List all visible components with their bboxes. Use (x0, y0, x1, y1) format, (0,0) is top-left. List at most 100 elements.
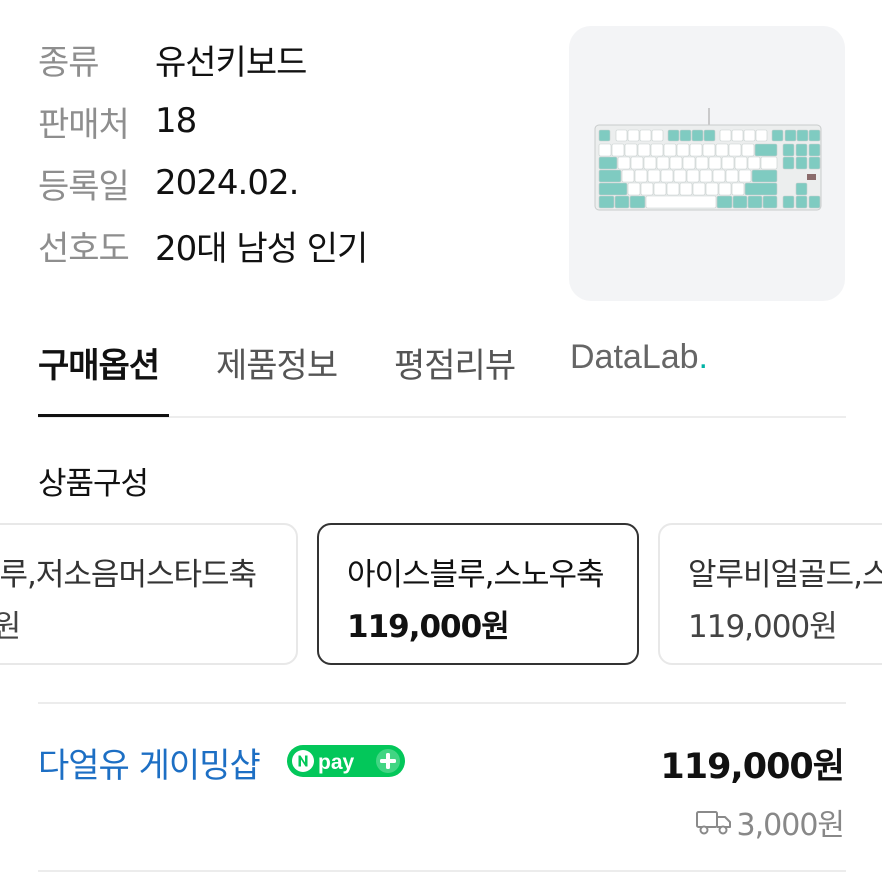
tab-product-info[interactable]: 제품정보 (216, 338, 338, 387)
keycap (660, 169, 674, 183)
spec-key: 종류 (38, 42, 100, 83)
spec-value: 18 (155, 101, 197, 141)
tab-datalab[interactable]: DataLab. (570, 338, 708, 377)
keycap (808, 129, 821, 142)
keycap (669, 156, 683, 170)
keycap (598, 169, 622, 183)
spec-row-type: 종류 유선키보드 (38, 28, 538, 90)
keycap (716, 195, 733, 209)
product-thumbnail[interactable] (569, 26, 845, 301)
keycap (667, 129, 680, 142)
spec-value: 2024.02. (155, 163, 299, 203)
divider (38, 702, 846, 704)
keycap (686, 169, 700, 183)
spec-key: 선호도 (38, 228, 130, 269)
keycap (732, 195, 748, 209)
keycap (751, 169, 778, 183)
keycap (762, 195, 778, 209)
option-card[interactable]: 블루,저소음머스타드축 0원 (0, 523, 298, 665)
spec-row-sellers: 판매처 18 (38, 90, 538, 152)
datalab-label: DataLab (570, 338, 699, 376)
keycap (598, 182, 628, 196)
shipping-fee: 3,000원 (695, 800, 845, 844)
keycap (808, 156, 821, 170)
keycap (651, 129, 664, 142)
divider (38, 870, 846, 872)
keycap (702, 143, 716, 157)
keycap (795, 195, 808, 209)
keycap (611, 143, 625, 157)
keycap (782, 156, 795, 170)
keycap (795, 143, 808, 157)
keycap (795, 156, 808, 170)
keycap (725, 169, 739, 183)
keycap (734, 156, 748, 170)
keycap (639, 129, 652, 142)
tab-reviews[interactable]: 평점리뷰 (394, 338, 516, 387)
option-card[interactable]: 알루비얼골드,스 119,000원 (658, 523, 882, 665)
keycap (744, 182, 778, 196)
keycap (708, 156, 722, 170)
keycap (755, 129, 768, 142)
keycap (673, 169, 687, 183)
npay-badge-icon: pay (287, 745, 405, 777)
keycap (747, 195, 763, 209)
keycap (747, 156, 761, 170)
option-price: 119,000원 (688, 609, 838, 645)
spec-key: 판매처 (38, 104, 130, 145)
keycap (614, 195, 630, 209)
keycap (703, 129, 716, 142)
keycap (754, 143, 778, 157)
keycap (771, 129, 784, 142)
keycap (637, 143, 651, 157)
keycap (656, 156, 670, 170)
option-price: 0원 (0, 601, 21, 646)
option-name: 블루,저소음머스타드축 (0, 557, 257, 593)
keycap (598, 143, 612, 157)
keycap (645, 195, 717, 209)
keycap (712, 169, 726, 183)
keycap (643, 156, 657, 170)
keycap (663, 143, 677, 157)
keycap (705, 182, 719, 196)
keycap (598, 129, 611, 142)
keycap (760, 156, 778, 170)
keycap (630, 156, 644, 170)
keycap (679, 182, 693, 196)
keycap (741, 143, 755, 157)
keycap (719, 129, 732, 142)
datalab-dot: . (698, 338, 708, 376)
keycap (695, 156, 709, 170)
product-spec-list: 종류 유선키보드 판매처 18 등록일 2024.02. 선호도 20대 남성 … (38, 28, 538, 276)
keyboard-image (594, 108, 822, 211)
keycap (682, 156, 696, 170)
option-card-selected[interactable]: 아이스블루,스노우축 119,000원 (317, 523, 639, 665)
seller-name-link[interactable]: 다얼유 게이밍샵 (38, 738, 261, 787)
keycap (691, 129, 704, 142)
keycap (689, 143, 703, 157)
tab-purchase-options[interactable]: 구매옵션 (38, 338, 160, 387)
keycap (617, 156, 631, 170)
keycap (796, 129, 809, 142)
spec-key: 등록일 (38, 166, 130, 207)
keycap (784, 129, 797, 142)
keycap (629, 195, 646, 209)
keycap (692, 182, 706, 196)
keycap (598, 156, 618, 170)
spec-row-registered: 등록일 2024.02. (38, 152, 538, 214)
keycap (640, 182, 654, 196)
option-price: 119,000원 (347, 609, 510, 645)
keycap (782, 195, 795, 209)
keycap (782, 143, 795, 157)
keycap (699, 169, 713, 183)
keycap (721, 156, 735, 170)
keycap (653, 182, 667, 196)
keycap (808, 195, 821, 209)
keycap (598, 195, 615, 209)
keycap (731, 182, 745, 196)
keycap (650, 143, 664, 157)
lowest-price: 119,000원 (660, 747, 845, 787)
option-carousel[interactable]: 블루,저소음머스타드축 0원 아이스블루,스노우축 119,000원 알루비얼골… (0, 523, 882, 665)
keycap (624, 143, 638, 157)
keycap (731, 129, 744, 142)
